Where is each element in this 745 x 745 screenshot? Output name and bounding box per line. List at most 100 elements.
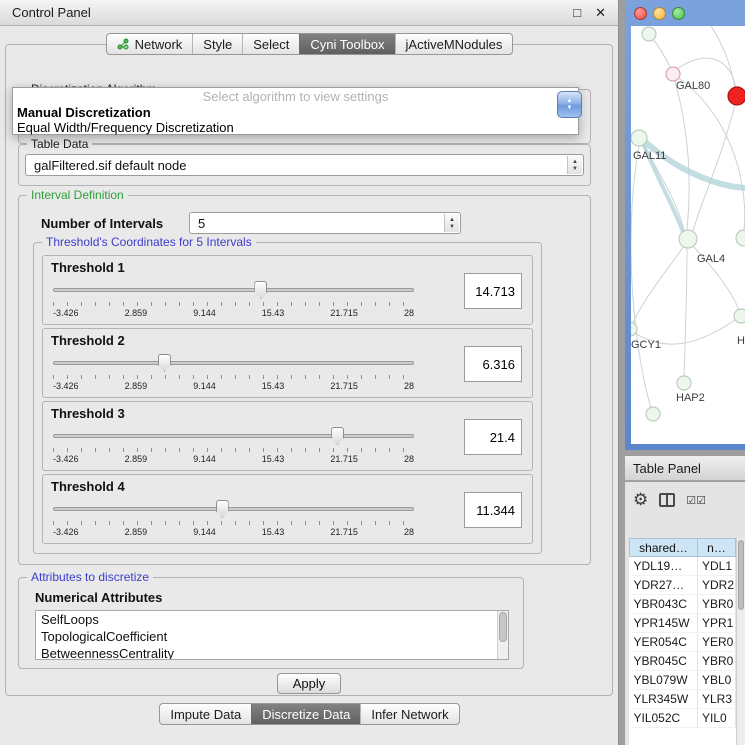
- tab-jactivemnodules[interactable]: jActiveMNodules: [395, 34, 513, 54]
- tab-style[interactable]: Style: [192, 34, 242, 54]
- tab-infer-network[interactable]: Infer Network: [360, 704, 458, 724]
- table-toolbar: ⚙ ☑☑: [633, 490, 706, 510]
- algorithm-combo-stepper[interactable]: ▲ ▼: [557, 91, 582, 118]
- tab-cyni-toolbox[interactable]: Cyni Toolbox: [299, 34, 394, 54]
- network-node-gal11[interactable]: [631, 130, 647, 146]
- attributes-list[interactable]: SelfLoops TopologicalCoefficient Between…: [35, 610, 509, 660]
- table-row[interactable]: YIL052C YIL0: [630, 709, 736, 728]
- slider-scale: -3.426 2.859 9.144 15.43 21.715 28: [53, 454, 414, 464]
- network-node-hap2[interactable]: [677, 376, 691, 390]
- tab-network[interactable]: Network: [107, 34, 193, 54]
- algorithm-option-manual[interactable]: Manual Discretization: [13, 105, 578, 120]
- cell-shared-name[interactable]: YBL079W: [630, 671, 698, 690]
- table-row[interactable]: YDL19… YDL1: [630, 557, 736, 576]
- threshold-value-field[interactable]: [464, 346, 522, 382]
- tab-select[interactable]: Select: [242, 34, 299, 54]
- zoom-traffic-light[interactable]: [672, 7, 685, 20]
- network-node[interactable]: [646, 407, 660, 421]
- table-row[interactable]: YPR145W YPR1: [630, 614, 736, 633]
- scrollbar-thumb[interactable]: [738, 540, 744, 610]
- attribute-item[interactable]: SelfLoops: [36, 611, 508, 628]
- scale-label: 9.144: [193, 527, 216, 537]
- network-node-red[interactable]: [728, 87, 745, 105]
- cell-name[interactable]: YPR1: [698, 614, 736, 633]
- cell-shared-name[interactable]: YBR043C: [630, 595, 698, 614]
- cell-name[interactable]: YLR3: [698, 690, 736, 709]
- cell-name[interactable]: YDR2: [698, 576, 736, 595]
- threshold-slider[interactable]: [53, 499, 414, 519]
- column-header-name[interactable]: n…: [698, 539, 736, 557]
- tab-impute-data[interactable]: Impute Data: [160, 704, 251, 724]
- cell-shared-name[interactable]: YDL19…: [630, 557, 698, 576]
- network-graph: GAL80 GAL11 GAL4 GCY1 HAP2 H: [631, 26, 745, 444]
- slider-thumb[interactable]: [158, 354, 171, 372]
- scale-label: 2.859: [125, 527, 148, 537]
- close-traffic-light[interactable]: [634, 7, 647, 20]
- cell-name[interactable]: YDL1: [698, 557, 736, 576]
- attribute-item[interactable]: BetweennessCentrality: [36, 645, 508, 660]
- table-row[interactable]: YLR345W YLR3: [630, 690, 736, 709]
- cell-name[interactable]: YBR0: [698, 595, 736, 614]
- apply-button[interactable]: Apply: [277, 673, 342, 694]
- network-canvas[interactable]: GAL80 GAL11 GAL4 GCY1 HAP2 H: [631, 26, 745, 444]
- slider-thumb[interactable]: [254, 281, 267, 299]
- network-node[interactable]: [642, 27, 656, 41]
- scale-label: 21.715: [330, 454, 358, 464]
- cell-shared-name[interactable]: YLR345W: [630, 690, 698, 709]
- interval-definition-group: Interval Definition Number of Intervals …: [18, 195, 591, 565]
- table-row[interactable]: YER054C YER0: [630, 633, 736, 652]
- cell-shared-name[interactable]: YBR045C: [630, 652, 698, 671]
- network-node[interactable]: [734, 309, 745, 323]
- table-scrollbar[interactable]: [736, 538, 745, 745]
- cell-name[interactable]: YBL0: [698, 671, 736, 690]
- threshold-value-field[interactable]: [464, 492, 522, 528]
- slider-track[interactable]: [53, 361, 414, 365]
- scale-label: 28: [404, 381, 414, 391]
- slider-track[interactable]: [53, 434, 414, 438]
- group-title: Table Data: [27, 137, 92, 151]
- cell-shared-name[interactable]: YER054C: [630, 633, 698, 652]
- attributes-scrollbar[interactable]: [497, 611, 508, 659]
- cell-name[interactable]: YIL0: [698, 709, 736, 728]
- node-table: shared… n… YDL19… YDL1 YDR27…: [629, 538, 736, 728]
- tab-label: Network: [135, 37, 183, 52]
- tab-discretize-data[interactable]: Discretize Data: [251, 704, 360, 724]
- threshold-value-field[interactable]: [464, 419, 522, 455]
- stepper-down-icon: ▼: [567, 105, 573, 111]
- cell-shared-name[interactable]: YDR27…: [630, 576, 698, 595]
- algorithm-option-equal-width[interactable]: Equal Width/Frequency Discretization: [13, 120, 578, 135]
- columns-icon[interactable]: [659, 493, 675, 507]
- cell-name[interactable]: YER0: [698, 633, 736, 652]
- gear-icon[interactable]: ⚙: [633, 490, 648, 510]
- slider-thumb[interactable]: [331, 427, 344, 445]
- table-data-combo[interactable]: galFiltered.sif default node ▲▼: [25, 154, 584, 176]
- stepper-down-icon: ▼: [572, 166, 578, 172]
- close-icon[interactable]: ✕: [595, 5, 606, 21]
- network-node-gal80[interactable]: [666, 67, 680, 81]
- threshold-slider[interactable]: [53, 353, 414, 373]
- slider-track[interactable]: [53, 288, 414, 292]
- scale-label: 9.144: [193, 454, 216, 464]
- network-node[interactable]: [736, 230, 745, 246]
- float-window-icon[interactable]: □: [573, 5, 581, 20]
- scrollbar-thumb[interactable]: [499, 612, 507, 642]
- table-row[interactable]: YBR043C YBR0: [630, 595, 736, 614]
- slider-track[interactable]: [53, 507, 414, 511]
- table-row[interactable]: YBL079W YBL0: [630, 671, 736, 690]
- cell-shared-name[interactable]: YPR145W: [630, 614, 698, 633]
- attribute-item[interactable]: TopologicalCoefficient: [36, 628, 508, 645]
- cell-name[interactable]: YBR0: [698, 652, 736, 671]
- threshold-value-field[interactable]: [464, 273, 522, 309]
- column-header-shared-name[interactable]: shared…: [630, 539, 698, 557]
- threshold-slider[interactable]: [53, 426, 414, 446]
- minimize-traffic-light[interactable]: [653, 7, 666, 20]
- select-checkboxes-icon[interactable]: ☑☑: [686, 494, 706, 507]
- table-row[interactable]: YBR045C YBR0: [630, 652, 736, 671]
- table-row[interactable]: YDR27… YDR2: [630, 576, 736, 595]
- threshold-slider[interactable]: [53, 280, 414, 300]
- slider-thumb[interactable]: [216, 500, 229, 518]
- combo-stepper-icon: ▲▼: [567, 156, 582, 174]
- network-node-gal4[interactable]: [679, 230, 697, 248]
- cell-shared-name[interactable]: YIL052C: [630, 709, 698, 728]
- num-intervals-combo[interactable]: 5 ▲▼: [189, 212, 461, 234]
